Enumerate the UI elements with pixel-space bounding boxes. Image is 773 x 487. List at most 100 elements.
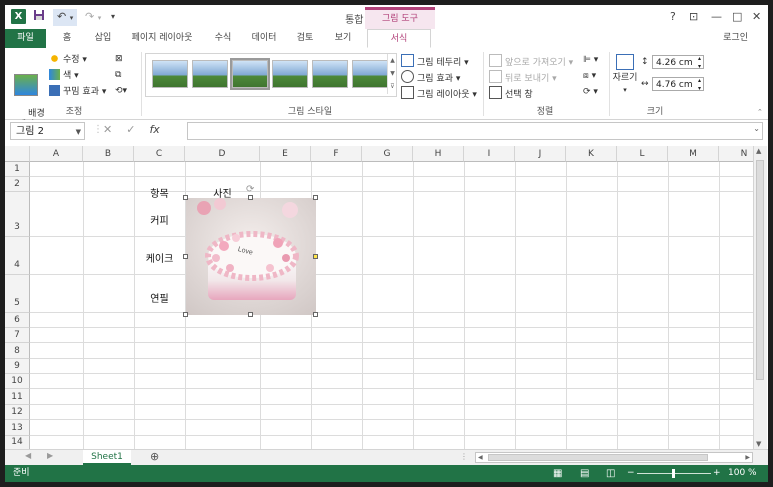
column-header[interactable]: H bbox=[413, 146, 464, 162]
normal-view-icon[interactable]: ▦ bbox=[553, 465, 562, 482]
scroll-up-icon[interactable]: ▲ bbox=[756, 147, 761, 155]
cell-c2[interactable]: 항목 bbox=[134, 185, 185, 200]
bring-forward-button[interactable]: 앞으로 가져오기 ▾ bbox=[489, 54, 573, 69]
resize-handle[interactable] bbox=[248, 312, 253, 317]
column-header[interactable]: L bbox=[617, 146, 668, 162]
zoom-in-button[interactable]: + bbox=[713, 465, 721, 482]
column-header[interactable]: G bbox=[362, 146, 413, 162]
help-button[interactable]: ? bbox=[670, 10, 676, 23]
zoom-level[interactable]: 100 % bbox=[728, 465, 757, 482]
row-header[interactable]: 1 bbox=[5, 162, 30, 177]
row-header[interactable]: 8 bbox=[5, 343, 30, 359]
picture-layout-button[interactable]: 그림 레이아웃 ▾ bbox=[401, 86, 477, 101]
row-header[interactable]: 13 bbox=[5, 420, 30, 436]
horizontal-scrollbar[interactable]: ◀ ▶ bbox=[475, 452, 753, 463]
rotate-handle-icon[interactable]: ⟳ bbox=[246, 184, 254, 195]
row-header[interactable]: 6 bbox=[5, 313, 30, 328]
enter-icon[interactable]: ✓ bbox=[126, 123, 135, 136]
ribbon-display-options-button[interactable]: ⊡ bbox=[689, 10, 698, 23]
send-backward-button[interactable]: 뒤로 보내기 ▾ bbox=[489, 70, 557, 85]
selection-pane-button[interactable]: 선택 창 bbox=[489, 86, 533, 101]
tab-split-handle[interactable]: ⋮ bbox=[460, 452, 468, 461]
resize-handle[interactable] bbox=[183, 312, 188, 317]
zoom-slider-thumb[interactable] bbox=[672, 469, 675, 478]
resize-handle[interactable] bbox=[313, 195, 318, 200]
vertical-scrollbar[interactable]: ▲ ▼ bbox=[753, 146, 767, 449]
column-header[interactable]: N bbox=[719, 146, 753, 162]
row-header[interactable]: 4 bbox=[5, 237, 30, 275]
column-header[interactable]: F bbox=[311, 146, 362, 162]
picture-style-thumbnail[interactable] bbox=[230, 58, 270, 90]
resize-handle[interactable] bbox=[183, 254, 188, 259]
column-header[interactable]: A bbox=[30, 146, 83, 162]
picture-style-thumbnail[interactable] bbox=[312, 60, 348, 88]
picture-style-thumbnail[interactable] bbox=[352, 60, 388, 88]
row-header[interactable]: 2 bbox=[5, 177, 30, 192]
cell-c4[interactable]: 케이크 bbox=[134, 250, 185, 265]
collapse-ribbon-icon[interactable]: ⌃ bbox=[757, 106, 763, 118]
compress-pictures-icon[interactable]: ⊠ bbox=[115, 53, 123, 65]
row-header[interactable]: 7 bbox=[5, 328, 30, 343]
color-button[interactable]: 색 ▾ bbox=[49, 69, 79, 82]
resize-handle[interactable] bbox=[313, 254, 318, 259]
worksheet-grid[interactable]: A B C D E F G H I J K L M N 1 2 3 4 5 6 … bbox=[5, 146, 753, 449]
change-picture-icon[interactable]: ⧉ bbox=[115, 69, 121, 81]
tab-view[interactable]: 보기 bbox=[329, 29, 357, 48]
picture-style-thumbnail[interactable] bbox=[152, 60, 188, 88]
minimize-button[interactable]: — bbox=[711, 10, 722, 23]
tab-page-layout[interactable]: 페이지 레이아웃 bbox=[127, 29, 197, 48]
scroll-right-icon[interactable]: ▶ bbox=[745, 453, 750, 462]
chevron-down-icon[interactable]: ▼ bbox=[76, 123, 81, 141]
scroll-left-icon[interactable]: ◀ bbox=[478, 453, 483, 462]
row-header[interactable]: 9 bbox=[5, 359, 30, 374]
column-header[interactable]: I bbox=[464, 146, 515, 162]
group-icon[interactable]: ⧈ ▾ bbox=[583, 70, 596, 82]
scroll-sheets-right-icon[interactable]: ▶ bbox=[47, 451, 53, 460]
page-layout-view-icon[interactable]: ▤ bbox=[580, 465, 589, 482]
column-header[interactable]: C bbox=[134, 146, 185, 162]
column-header[interactable]: B bbox=[83, 146, 134, 162]
cell-c5[interactable]: 연필 bbox=[134, 290, 185, 305]
scroll-thumb[interactable] bbox=[756, 160, 764, 380]
row-header[interactable]: 10 bbox=[5, 374, 30, 389]
picture-effects-button[interactable]: 그림 효과 ▾ bbox=[401, 70, 460, 85]
selected-picture[interactable]: Love ⟳ bbox=[183, 184, 318, 317]
height-input[interactable]: 4.26 cm ▴ ▾ bbox=[652, 55, 704, 70]
tab-file[interactable]: 파일 bbox=[5, 29, 46, 48]
tab-format[interactable]: 서식 bbox=[367, 29, 431, 48]
name-box[interactable]: 그림 2 ▼ bbox=[10, 122, 85, 140]
crop-button[interactable]: 자르기 ▾ bbox=[612, 54, 638, 96]
column-header[interactable]: D bbox=[185, 146, 260, 162]
resize-handle[interactable] bbox=[183, 195, 188, 200]
resize-handle[interactable] bbox=[313, 312, 318, 317]
close-button[interactable]: ✕ bbox=[752, 10, 761, 23]
artistic-effects-button[interactable]: 꾸밈 효과 ▾ bbox=[49, 85, 106, 98]
reset-picture-icon[interactable]: ⟲▾ bbox=[115, 85, 127, 97]
picture-style-thumbnail[interactable] bbox=[272, 60, 308, 88]
cell-c3[interactable]: 커피 bbox=[134, 212, 185, 227]
add-sheet-button[interactable]: ⊕ bbox=[150, 450, 159, 464]
tab-review[interactable]: 검토 bbox=[291, 29, 319, 48]
width-input[interactable]: 4.76 cm ▴ ▾ bbox=[652, 77, 704, 92]
tab-insert[interactable]: 삽입 bbox=[89, 29, 117, 48]
align-icon[interactable]: ⊫ ▾ bbox=[583, 54, 598, 66]
tab-formulas[interactable]: 수식 bbox=[209, 29, 237, 48]
row-header[interactable]: 11 bbox=[5, 389, 30, 405]
insert-function-icon[interactable]: fx bbox=[149, 123, 159, 136]
column-header[interactable]: M bbox=[668, 146, 719, 162]
row-header[interactable]: 3 bbox=[5, 192, 30, 237]
restore-button[interactable]: □ bbox=[732, 10, 742, 23]
expand-formula-bar-icon[interactable]: ⌄ bbox=[753, 124, 760, 133]
row-header[interactable]: 5 bbox=[5, 275, 30, 313]
picture-style-thumbnail[interactable] bbox=[192, 60, 228, 88]
formula-input[interactable] bbox=[187, 122, 763, 140]
row-header[interactable]: 12 bbox=[5, 405, 30, 420]
page-break-view-icon[interactable]: ◫ bbox=[606, 465, 615, 482]
gallery-scroll[interactable]: ▲ ▼ ⊽ bbox=[387, 54, 397, 94]
picture-border-button[interactable]: 그림 테두리 ▾ bbox=[401, 54, 469, 69]
cancel-icon[interactable]: ✕ bbox=[103, 123, 112, 136]
tab-home[interactable]: 홈 bbox=[56, 29, 78, 48]
rotate-icon[interactable]: ⟳ ▾ bbox=[583, 86, 598, 98]
sign-in-link[interactable]: 로그인 bbox=[723, 29, 748, 48]
zoom-out-button[interactable]: − bbox=[627, 465, 635, 482]
